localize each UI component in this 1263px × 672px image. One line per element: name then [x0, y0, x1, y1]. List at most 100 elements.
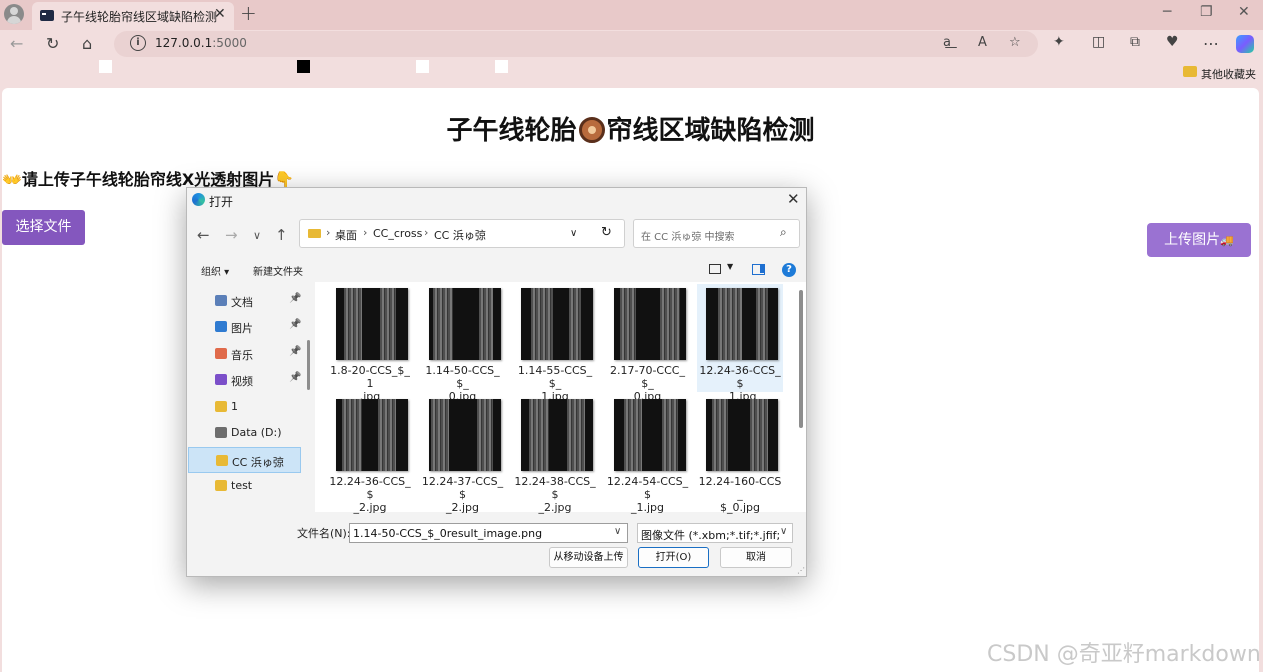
- other-favorites-label[interactable]: 其他收藏夹: [1201, 66, 1256, 82]
- pin-icon[interactable]: 📌: [289, 346, 301, 357]
- file-item[interactable]: 1.8-20-CCS_$_1 .jpg: [327, 284, 413, 403]
- tab-close-icon[interactable]: ✕: [214, 6, 226, 22]
- restore-button[interactable]: ❐: [1200, 4, 1213, 20]
- filename-dropdown-icon[interactable]: ∨: [614, 526, 621, 537]
- favorite-star-icon[interactable]: ☆: [1009, 35, 1021, 50]
- file-item[interactable]: 1.14-55-CCS_$_ 1.jpg: [512, 284, 598, 403]
- breadcrumb-separator-icon: ›: [363, 226, 368, 239]
- window-close-button[interactable]: ✕: [1238, 4, 1250, 20]
- refresh-icon[interactable]: ↻: [46, 34, 59, 53]
- file-item[interactable]: 12.24-36-CCS_$ _2.jpg: [327, 395, 413, 514]
- file-item[interactable]: 1.14-50-CCS_$_ 0.jpg: [420, 284, 506, 403]
- new-folder-button[interactable]: 新建文件夹: [253, 263, 303, 278]
- upload-from-mobile-button[interactable]: 从移动设备上传: [549, 547, 628, 568]
- pin-icon[interactable]: 📌: [289, 293, 301, 304]
- folder-icon: [215, 401, 227, 412]
- performance-icon[interactable]: ♥: [1166, 34, 1179, 50]
- profile-avatar-icon[interactable]: [4, 4, 24, 24]
- sidebar-item[interactable]: test: [188, 473, 301, 499]
- open-button[interactable]: 打开(O): [638, 547, 709, 568]
- cancel-button[interactable]: 取消: [720, 547, 792, 568]
- filename-label: 文件名(N):: [297, 527, 351, 540]
- bookmark-favicon-icon[interactable]: [297, 60, 310, 73]
- view-mode-chevron-icon[interactable]: ▼: [727, 262, 733, 271]
- bookmark-favicon-icon[interactable]: [416, 60, 429, 73]
- pin-icon[interactable]: 📌: [289, 319, 301, 330]
- file-name-line: _1.jpg: [630, 501, 665, 514]
- file-item[interactable]: 2.17-70-CCC_$_ 0.jpg: [605, 284, 691, 403]
- breadcrumb-desktop[interactable]: 桌面: [335, 227, 357, 243]
- nav-back-icon[interactable]: ←: [197, 226, 210, 244]
- sidebar-item[interactable]: Data (D:): [188, 420, 301, 446]
- extensions-icon[interactable]: ✦: [1053, 34, 1065, 50]
- open-hands-icon: 👐: [2, 170, 22, 189]
- navigation-pane-scrollbar[interactable]: [307, 340, 310, 390]
- pictures-icon: [215, 321, 227, 332]
- bookmark-folder-icon[interactable]: [1183, 66, 1197, 77]
- back-arrow-icon[interactable]: ←: [10, 34, 23, 53]
- xray-thumbnail-image: [613, 399, 686, 471]
- file-item[interactable]: 12.24-37-CCS_$ _2.jpg: [420, 395, 506, 514]
- bookmark-favicon-icon[interactable]: [495, 60, 508, 73]
- url-text[interactable]: 127.0.0.1:5000: [155, 36, 247, 50]
- folder-search-input[interactable]: 在 CC 浜ゅ弶 中搜索 ⌕: [633, 219, 800, 248]
- breadcrumb-current-folder[interactable]: CC 浜ゅ弶: [434, 227, 486, 243]
- dialog-close-icon[interactable]: ✕: [787, 190, 800, 208]
- file-name-line: 1.14-55-CCS_$_: [517, 364, 593, 390]
- new-tab-button[interactable]: +: [240, 1, 257, 25]
- collections-icon[interactable]: ⧉: [1130, 34, 1140, 50]
- url-host: 127.0.0.1: [155, 36, 213, 50]
- breadcrumb-dropdown-icon[interactable]: ∨: [570, 228, 577, 239]
- file-item[interactable]: 12.24-36-CCS_$ _1.jpg: [697, 284, 783, 403]
- file-name-line: 1.8-20-CCS_$_1: [330, 364, 410, 390]
- view-mode-icon[interactable]: [709, 264, 721, 274]
- nav-forward-icon[interactable]: →: [225, 226, 238, 244]
- sidebar-item[interactable]: 文档 📌: [188, 288, 301, 314]
- pin-icon[interactable]: 📌: [289, 372, 301, 383]
- choose-file-button[interactable]: 选择文件: [2, 210, 85, 245]
- folder-icon: [216, 455, 228, 466]
- more-menu-icon[interactable]: ⋯: [1203, 34, 1219, 53]
- preview-pane-icon[interactable]: [752, 264, 765, 275]
- file-name-line: _2.jpg: [538, 501, 572, 514]
- resize-grip-icon[interactable]: ⋰: [797, 566, 805, 575]
- sidebar-item[interactable]: 音乐 📌: [188, 341, 301, 367]
- tab-bar: 子午线轮胎帘线区域缺陷检测 ✕ + ─ ❐ ✕: [0, 0, 1263, 30]
- refresh-folder-icon[interactable]: ↻: [601, 225, 612, 240]
- bookmarks-bar: 其他收藏夹: [0, 60, 1263, 88]
- help-icon[interactable]: ?: [782, 263, 796, 277]
- sidebar-item[interactable]: 1: [188, 394, 301, 420]
- minimize-button[interactable]: ─: [1163, 4, 1171, 20]
- filename-value: 1.14-50-CCS_$_0result_image.png: [353, 527, 543, 540]
- file-list-scrollbar[interactable]: [799, 290, 803, 428]
- sidebar-item[interactable]: CC 浜ゅ弶: [188, 447, 301, 473]
- sidebar-item[interactable]: 图片 📌: [188, 314, 301, 340]
- recent-locations-chevron-icon[interactable]: ∨: [253, 229, 261, 242]
- upload-image-button[interactable]: 上传图片🚚: [1147, 223, 1251, 257]
- split-screen-icon[interactable]: ◫: [1092, 34, 1105, 50]
- filetype-select[interactable]: 图像文件 (*.xbm;*.tif;*.jfif;*.ico ∨: [637, 523, 793, 543]
- file-item[interactable]: 12.24-38-CCS_$ _2.jpg: [512, 395, 598, 514]
- nav-up-icon[interactable]: ↑: [275, 226, 288, 244]
- xray-band: [756, 288, 768, 360]
- translate-icon[interactable]: a͟: [943, 35, 951, 50]
- copilot-icon[interactable]: [1236, 35, 1254, 53]
- wheel-icon: [578, 117, 605, 143]
- sidebar-item-label: test: [231, 479, 253, 492]
- file-item[interactable]: 12.24-160-CCS_ $_0.jpg: [697, 395, 783, 514]
- navigation-pane: 文档 📌 图片 📌 音乐 📌 视频 📌 1 Data (D:) CC 浜ゅ弶 test: [187, 284, 314, 512]
- file-item[interactable]: 12.24-54-CCS_$ _1.jpg: [605, 395, 691, 514]
- browser-tab[interactable]: 子午线轮胎帘线区域缺陷检测 ✕: [32, 2, 234, 30]
- organize-menu[interactable]: 组织 ▾: [201, 263, 229, 278]
- site-info-icon[interactable]: i: [130, 35, 146, 51]
- home-icon[interactable]: ⌂: [82, 34, 92, 53]
- read-aloud-icon[interactable]: A: [978, 35, 987, 50]
- bookmark-favicon-icon[interactable]: [99, 60, 112, 73]
- breadcrumb-cc-cross[interactable]: CC_cross: [373, 227, 422, 240]
- truck-icon: 🚚: [1220, 234, 1234, 247]
- address-breadcrumb[interactable]: › 桌面 › CC_cross › CC 浜ゅ弶 ∨ ↻: [299, 219, 625, 248]
- filename-input[interactable]: 1.14-50-CCS_$_0result_image.png ∨: [349, 523, 628, 543]
- xray-band: [659, 288, 680, 360]
- address-bar[interactable]: i 127.0.0.1:5000 a͟ A ☆: [114, 31, 1038, 57]
- sidebar-item[interactable]: 视频 📌: [188, 367, 301, 393]
